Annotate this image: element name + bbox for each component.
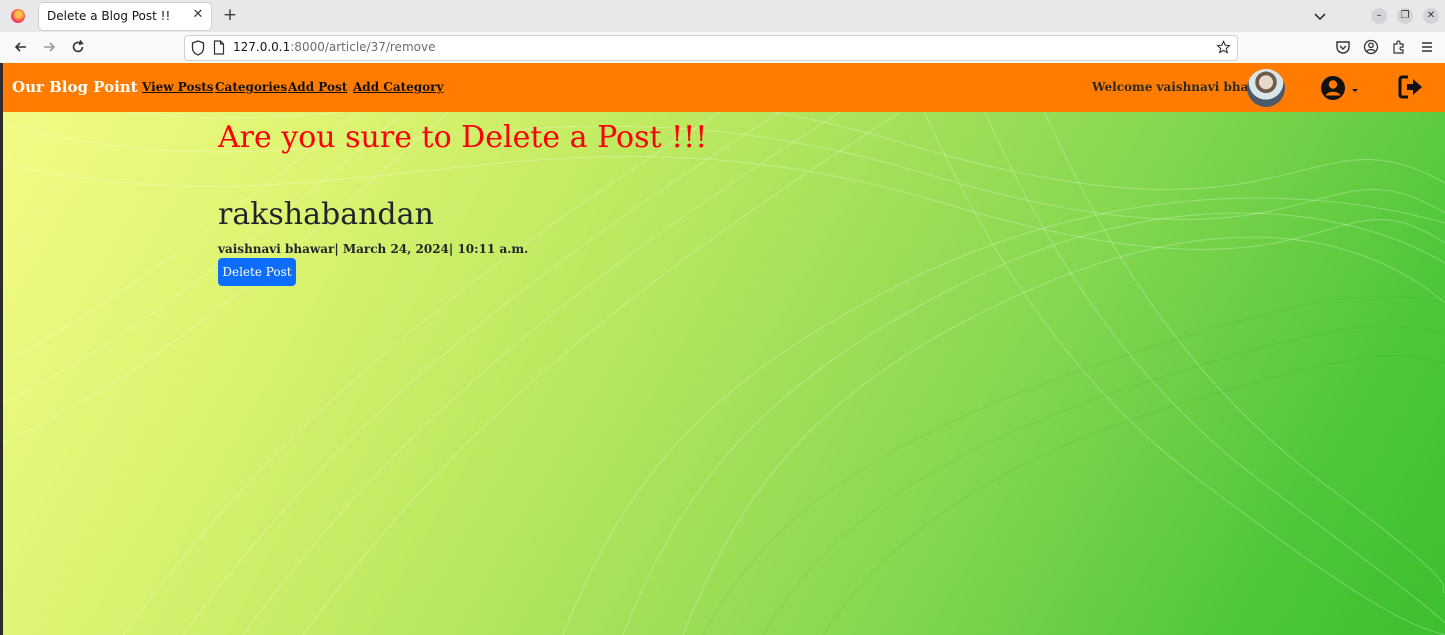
user-dropdown-icon[interactable] — [1320, 75, 1360, 101]
page-icon[interactable] — [213, 40, 225, 55]
delete-post-button[interactable]: Delete Post — [218, 258, 296, 286]
avatar — [1247, 69, 1285, 107]
minimize-icon[interactable]: – — [1371, 8, 1387, 24]
logout-icon[interactable] — [1398, 75, 1424, 99]
reload-icon[interactable] — [70, 39, 86, 55]
welcome-text: Welcome vaishnavi bhawar — [1092, 80, 1273, 94]
post-title: rakshabandan — [218, 197, 434, 232]
nav-view-posts[interactable]: View Posts — [142, 80, 214, 94]
site-navbar: Our Blog Point View Posts Categories Add… — [3, 63, 1445, 112]
pocket-icon[interactable] — [1335, 39, 1351, 55]
post-meta: vaishnavi bhawar| March 24, 2024| 10:11 … — [218, 242, 529, 256]
extensions-icon[interactable] — [1391, 39, 1407, 55]
list-all-tabs-chevron-down-icon[interactable] — [1312, 8, 1328, 24]
tab-close-icon[interactable]: ✕ — [191, 7, 205, 23]
nav-categories[interactable]: Categories — [215, 80, 287, 94]
menu-icon[interactable] — [1419, 39, 1435, 55]
url-path: :8000/article/37/remove — [290, 40, 436, 54]
firefox-logo-icon — [11, 9, 25, 23]
restore-icon[interactable]: ❐ — [1397, 8, 1413, 24]
browser-tab-strip: Delete a Blog Post !! ✕ + – ❐ ✕ — [0, 0, 1445, 32]
url-text[interactable]: 127.0.0.1:8000/article/37/remove — [233, 40, 435, 54]
bookmark-star-icon[interactable] — [1216, 40, 1231, 55]
browser-toolbar: 127.0.0.1:8000/article/37/remove — [0, 32, 1445, 64]
close-window-icon[interactable]: ✕ — [1423, 8, 1439, 24]
brand-link[interactable]: Our Blog Point — [12, 78, 138, 96]
nav-add-post[interactable]: Add Post — [288, 80, 347, 94]
confirm-heading: Are you sure to Delete a Post !!! — [218, 120, 708, 155]
url-host: 127.0.0.1 — [233, 40, 291, 54]
account-icon[interactable] — [1363, 39, 1379, 55]
new-tab-plus-icon[interactable]: + — [221, 6, 239, 24]
url-bar[interactable]: 127.0.0.1:8000/article/37/remove — [184, 35, 1238, 61]
page-viewport: Our Blog Point View Posts Categories Add… — [3, 63, 1445, 635]
shield-icon[interactable] — [191, 40, 205, 56]
tab-active[interactable]: Delete a Blog Post !! ✕ — [39, 3, 211, 30]
tab-title: Delete a Blog Post !! — [47, 9, 171, 23]
back-icon[interactable] — [13, 39, 29, 55]
nav-add-category[interactable]: Add Category — [353, 80, 443, 94]
forward-icon[interactable] — [41, 39, 57, 55]
